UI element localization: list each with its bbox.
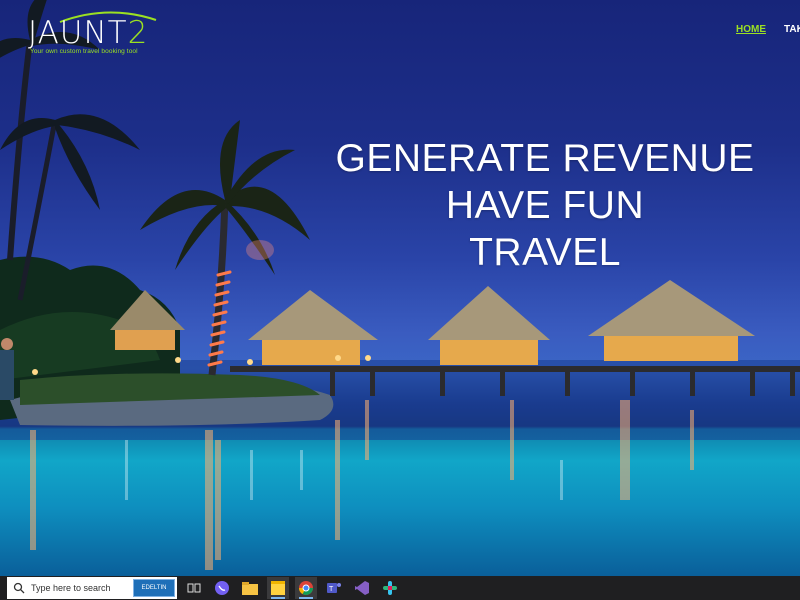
search-icon xyxy=(13,582,25,594)
search-widget-badge[interactable]: EDELTIN xyxy=(133,579,175,597)
teams-icon[interactable]: T xyxy=(323,577,345,599)
hero-section: JAUNT2 Your own custom travel booking to… xyxy=(0,0,800,576)
hero-headline: GENERATE REVENUE HAVE FUN TRAVEL xyxy=(300,135,790,276)
taskbar-app-icons: T xyxy=(183,577,401,599)
taskbar-search-box[interactable]: Type here to search EDELTIN xyxy=(7,577,177,599)
nav-item-take[interactable]: TAKE xyxy=(784,24,800,35)
main-nav: HOME TAKE xyxy=(736,24,800,35)
brand-tagline: Your own custom travel booking tool xyxy=(30,48,138,55)
hero-line-3: TRAVEL xyxy=(469,231,621,274)
file-explorer-icon[interactable] xyxy=(239,577,261,599)
viber-icon[interactable] xyxy=(211,577,233,599)
task-view-icon[interactable] xyxy=(183,577,205,599)
windows-taskbar: Type here to search EDELTIN T xyxy=(0,576,800,600)
visual-studio-icon[interactable] xyxy=(351,577,373,599)
svg-text:T: T xyxy=(329,586,334,593)
resort-background-image xyxy=(0,0,800,570)
brand-wordmark: JAUNT2 xyxy=(28,15,149,51)
chrome-icon[interactable] xyxy=(295,577,317,599)
sticky-notes-icon[interactable] xyxy=(267,577,289,599)
search-placeholder: Type here to search xyxy=(31,583,111,593)
hero-line-1: GENERATE REVENUE xyxy=(335,137,755,180)
hero-line-2: HAVE FUN xyxy=(445,184,645,227)
brand-logo[interactable]: JAUNT2 Your own custom travel booking to… xyxy=(28,10,158,55)
nav-item-home[interactable]: HOME xyxy=(736,24,766,35)
slack-icon[interactable] xyxy=(379,577,401,599)
